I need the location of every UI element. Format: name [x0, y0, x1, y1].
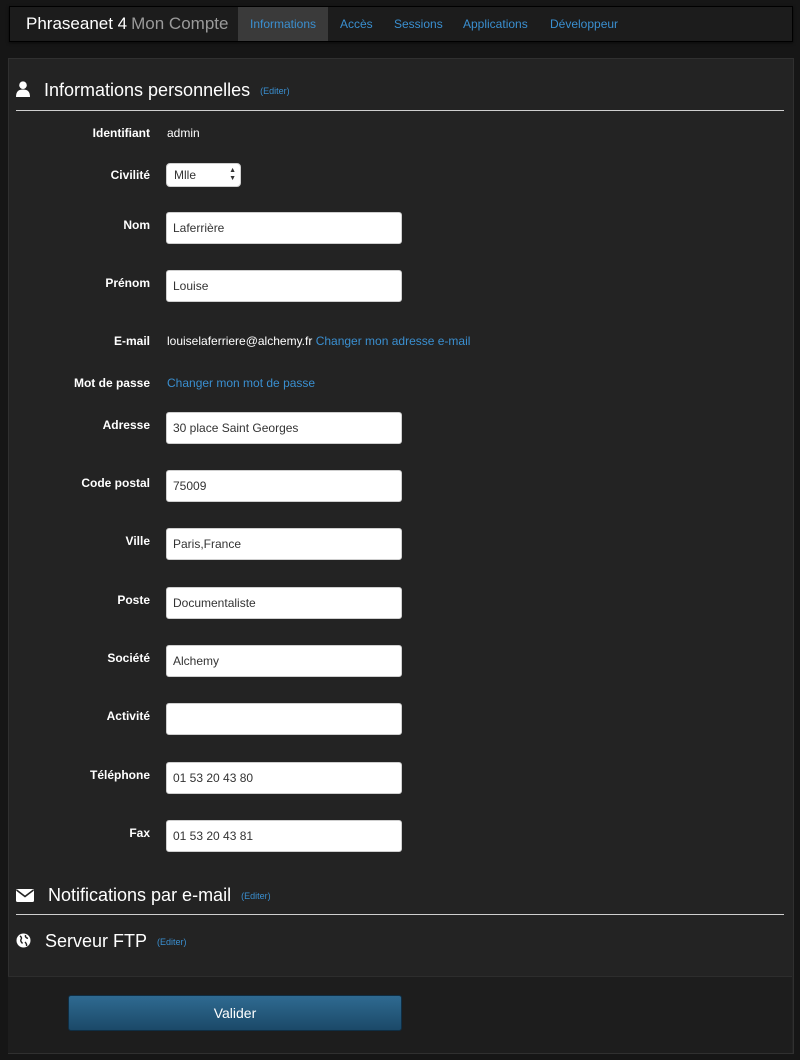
brand[interactable]: Phraseanet 4 Mon Compte	[26, 14, 228, 34]
edit-personal-link[interactable]: (Editer)	[260, 86, 290, 96]
prenom-label: Prénom	[105, 276, 150, 290]
code-postal-field[interactable]: 75009	[166, 470, 402, 502]
tab-informations[interactable]: Informations	[238, 7, 328, 41]
civilite-select[interactable]: Mlle ▲ ▼	[166, 163, 241, 187]
nom-field[interactable]: Laferrière	[166, 212, 402, 244]
telephone-field[interactable]: 01 53 20 43 80	[166, 762, 402, 794]
divider	[16, 110, 784, 111]
edit-notifications-link[interactable]: (Editer)	[241, 891, 271, 901]
fax-field[interactable]: 01 53 20 43 81	[166, 820, 402, 852]
section-notifications-title: Notifications par e-mail	[48, 885, 232, 905]
section-ftp-title: Serveur FTP	[45, 931, 148, 951]
divider	[16, 914, 784, 915]
section-ftp: Serveur FTP (Editer)	[16, 931, 187, 953]
change-email-link[interactable]: Changer mon adresse e-mail	[316, 334, 471, 348]
select-arrows-icon: ▲ ▼	[229, 167, 236, 182]
adresse-field[interactable]: 30 place Saint Georges	[166, 412, 402, 444]
code-postal-label: Code postal	[81, 476, 150, 490]
section-notifications: Notifications par e-mail (Editer)	[16, 885, 271, 907]
activite-field[interactable]	[166, 703, 402, 735]
fax-label: Fax	[129, 826, 150, 840]
email-label: E-mail	[113, 334, 150, 348]
poste-field[interactable]: Documentaliste	[166, 587, 402, 619]
ville-label: Ville	[125, 534, 150, 548]
identifiant-value: admin	[167, 126, 200, 140]
tab-applications[interactable]: Applications	[451, 7, 540, 41]
brand-name: Phraseanet 4	[26, 14, 128, 33]
poste-label: Poste	[117, 593, 150, 607]
identifiant-label: Identifiant	[92, 126, 150, 140]
prenom-field[interactable]: Louise	[166, 270, 402, 302]
submit-button[interactable]: Valider	[68, 995, 402, 1031]
tab-developpeur[interactable]: Développeur	[538, 7, 630, 41]
password-label: Mot de passe	[73, 376, 150, 390]
envelope-icon	[16, 886, 34, 907]
edit-ftp-link[interactable]: (Editer)	[157, 937, 187, 947]
ville-field[interactable]: Paris,France	[166, 528, 402, 560]
civilite-selected: Mlle	[174, 168, 197, 182]
brand-subtitle: Mon Compte	[131, 14, 229, 33]
email-row: louiselaferriere@alchemy.fr Changer mon …	[167, 334, 470, 348]
adresse-label: Adresse	[102, 418, 150, 432]
nom-label: Nom	[123, 218, 150, 232]
top-navbar: Phraseanet 4 Mon Compte Informations Accè…	[9, 6, 793, 42]
section-personal-title: Informations personnelles	[44, 80, 251, 100]
globe-icon	[16, 932, 31, 953]
civilite-label: Civilité	[110, 168, 150, 182]
email-value: louiselaferriere@alchemy.fr	[167, 334, 313, 348]
change-password-link[interactable]: Changer mon mot de passe	[167, 376, 315, 390]
tab-acces[interactable]: Accès	[328, 7, 385, 41]
telephone-label: Téléphone	[89, 768, 150, 782]
societe-field[interactable]: Alchemy	[166, 645, 402, 677]
societe-label: Société	[107, 651, 150, 665]
activite-label: Activité	[106, 709, 150, 723]
user-icon	[16, 81, 30, 102]
section-personal-info: Informations personnelles (Editer)	[16, 80, 290, 102]
tab-sessions[interactable]: Sessions	[382, 7, 455, 41]
